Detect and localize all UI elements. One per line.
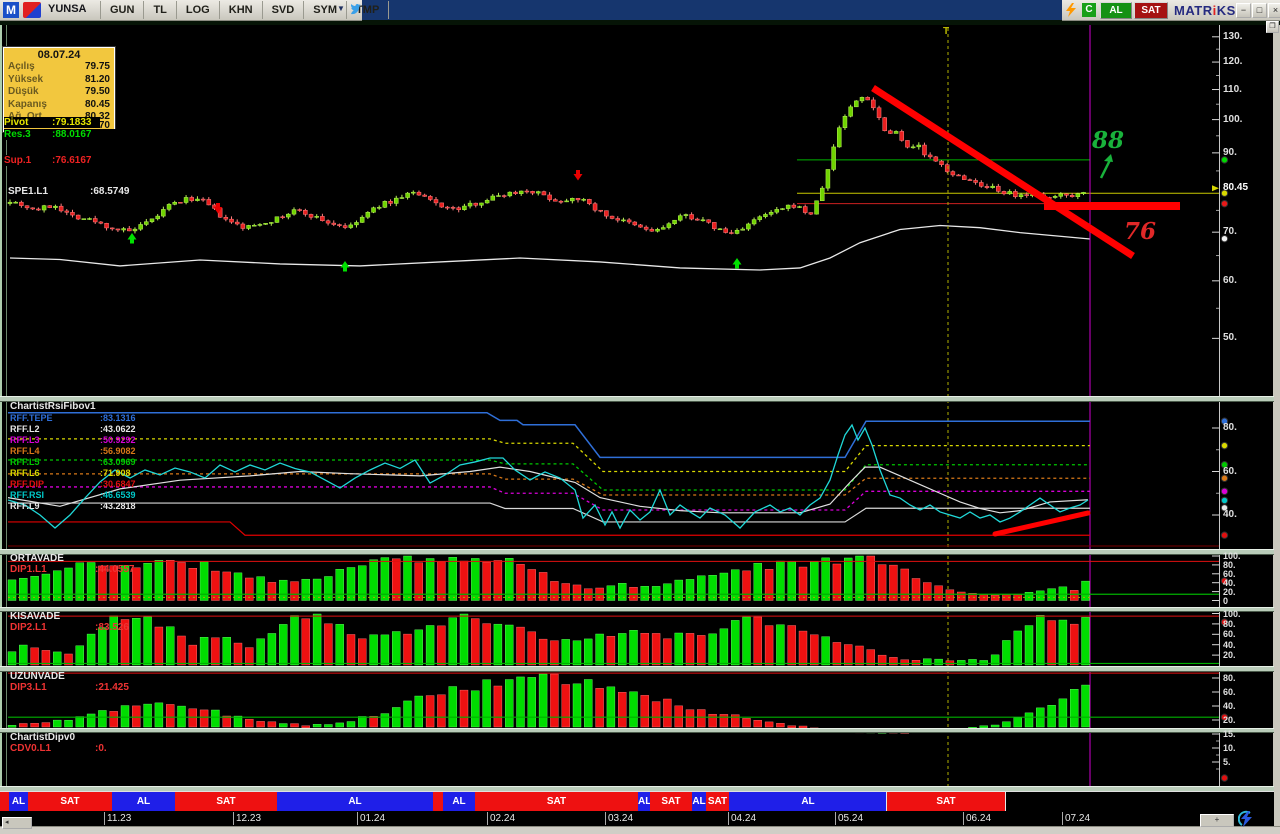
brand-pre: MATR	[1174, 3, 1213, 18]
info-label: Yüksek	[8, 74, 43, 87]
level-label-pivot: Pivot:79.1833	[4, 117, 100, 128]
info-box-row: Düşük 79.50	[4, 86, 114, 99]
chevron-down-icon[interactable]: ▼	[337, 4, 345, 13]
bottom-window-border	[0, 826, 1280, 834]
panel-left-border	[0, 25, 2, 790]
level-value: :79.1833	[52, 117, 91, 128]
info-value: 81.20	[85, 74, 110, 87]
scrollbar-left-button[interactable]: ◂	[2, 817, 32, 829]
signal-segment-al: AL	[443, 792, 475, 811]
level-label-sup1: Sup.1:76.6167	[4, 155, 134, 166]
bottom-right-icons	[1238, 810, 1280, 828]
info-box-rows: Açılış 79.75 Yüksek 81.20 Düşük 79.50 Kapanış 8…	[4, 61, 114, 124]
signal-segment-al: AL	[112, 792, 175, 811]
x-axis-label-11.23: 11.23	[104, 812, 131, 825]
scrollbar-thumb-button[interactable]: +	[1200, 814, 1234, 827]
level-name: Sup.1	[4, 155, 52, 166]
x-axis-label-02.24: 02.24	[487, 812, 515, 825]
signal-segment-al: AL	[692, 792, 706, 811]
signal-segment-al: AL	[277, 792, 433, 811]
x-axis-label-01.24: 01.24	[357, 812, 385, 825]
level-value: :76.6167	[52, 155, 91, 166]
signal-segment-sat: SAT	[650, 792, 692, 811]
title-bar: M YUNSA GUNTLLOGKHNSVDSYMTMP ▼ C AL SAT …	[0, 0, 1280, 20]
lightning-status-icon[interactable]	[1238, 815, 1254, 832]
info-value: 79.75	[85, 61, 110, 74]
signal-segment-sat: SAT	[175, 792, 277, 811]
panel-separator[interactable]	[0, 728, 1274, 733]
close-button[interactable]: ×	[1268, 3, 1280, 18]
toolbar-button-log[interactable]: LOG	[176, 1, 219, 19]
panel-separator[interactable]	[0, 549, 1274, 555]
symbol-name[interactable]: YUNSA	[48, 3, 87, 15]
x-axis-label-12.23: 12.23	[233, 812, 261, 825]
x-axis-label-07.24: 07.24	[1062, 812, 1090, 825]
toolbar-button-tl[interactable]: TL	[143, 1, 175, 19]
x-axis: 11.23 12.23 01.24 02.24 03.24 04.24 05.24 06.24…	[0, 811, 1274, 826]
signal-segment-sat: SAT	[475, 792, 638, 811]
signal-segment-sat: SAT	[28, 792, 112, 811]
panel-separator[interactable]	[0, 607, 1274, 612]
sell-button[interactable]: SAT	[1134, 2, 1168, 19]
level-value: :88.0167	[52, 129, 91, 140]
title-bar-left-panel: M YUNSA GUNTLLOGKHNSVDSYMTMP ▼	[0, 0, 362, 21]
lightning-icon[interactable]	[1065, 3, 1077, 22]
info-value: 79.50	[85, 86, 110, 99]
signal-segment-al: AL	[729, 792, 887, 811]
brand-post: KS	[1217, 3, 1236, 18]
matriks-chart-window: M YUNSA GUNTLLOGKHNSVDSYMTMP ▼ C AL SAT …	[0, 0, 1280, 834]
toolbar-buttons: GUNTLLOGKHNSVDSYMTMP	[100, 1, 389, 19]
minimize-button[interactable]: −	[1236, 3, 1251, 18]
c-tool-icon[interactable]: C	[1082, 3, 1096, 17]
window-buttons: −□×	[1236, 3, 1280, 18]
maximize-button[interactable]: □	[1252, 3, 1267, 18]
panel-separator[interactable]	[0, 396, 1274, 402]
chart-canvas[interactable]	[0, 0, 1280, 834]
signal-segment-sat: SAT	[887, 792, 1005, 811]
x-axis-label-03.24: 03.24	[605, 812, 633, 825]
info-label: Düşük	[8, 86, 39, 99]
info-box-date: 08.07.24	[4, 48, 114, 61]
level-name: Pivot	[4, 117, 52, 128]
level-name: Res.3	[4, 129, 52, 140]
signal-segment-al: AL	[9, 792, 28, 811]
info-box-row: Kapanış 80.45	[4, 99, 114, 112]
buy-button[interactable]: AL	[1100, 2, 1132, 19]
twitter-icon[interactable]	[350, 3, 365, 21]
al-sat-signal-bar: ALSATALSATALALSATALSATALSATALSAT	[0, 791, 1274, 811]
toolbar-button-khn[interactable]: KHN	[219, 1, 262, 19]
x-axis-label-05.24: 05.24	[835, 812, 863, 825]
child-window-restore-button[interactable]: ❒	[1266, 21, 1279, 33]
toolbar-button-gun[interactable]: GUN	[100, 1, 143, 19]
toolbar-button-svd[interactable]: SVD	[262, 1, 304, 19]
signal-segment-blank	[433, 792, 443, 811]
level-label-res3: Res.3:88.0167	[4, 129, 134, 140]
signal-segment-blank	[0, 792, 9, 811]
panel-separator[interactable]	[0, 666, 1274, 672]
x-axis-label-04.24: 04.24	[728, 812, 756, 825]
info-box-row: Açılış 79.75	[4, 61, 114, 74]
info-box-row: Yüksek 81.20	[4, 74, 114, 87]
signal-segment-al: AL	[638, 792, 650, 811]
signal-segment-sat: SAT	[706, 792, 729, 811]
matriks-symbol-icon	[23, 2, 41, 18]
info-label: Kapanış	[8, 99, 47, 112]
brand-logo: MATRiKS	[1174, 3, 1236, 18]
app-icon[interactable]: M	[3, 2, 19, 18]
info-label: Açılış	[8, 61, 35, 74]
window-right-border	[1273, 20, 1280, 826]
x-axis-label-06.24: 06.24	[963, 812, 991, 825]
info-value: 80.45	[85, 99, 110, 112]
